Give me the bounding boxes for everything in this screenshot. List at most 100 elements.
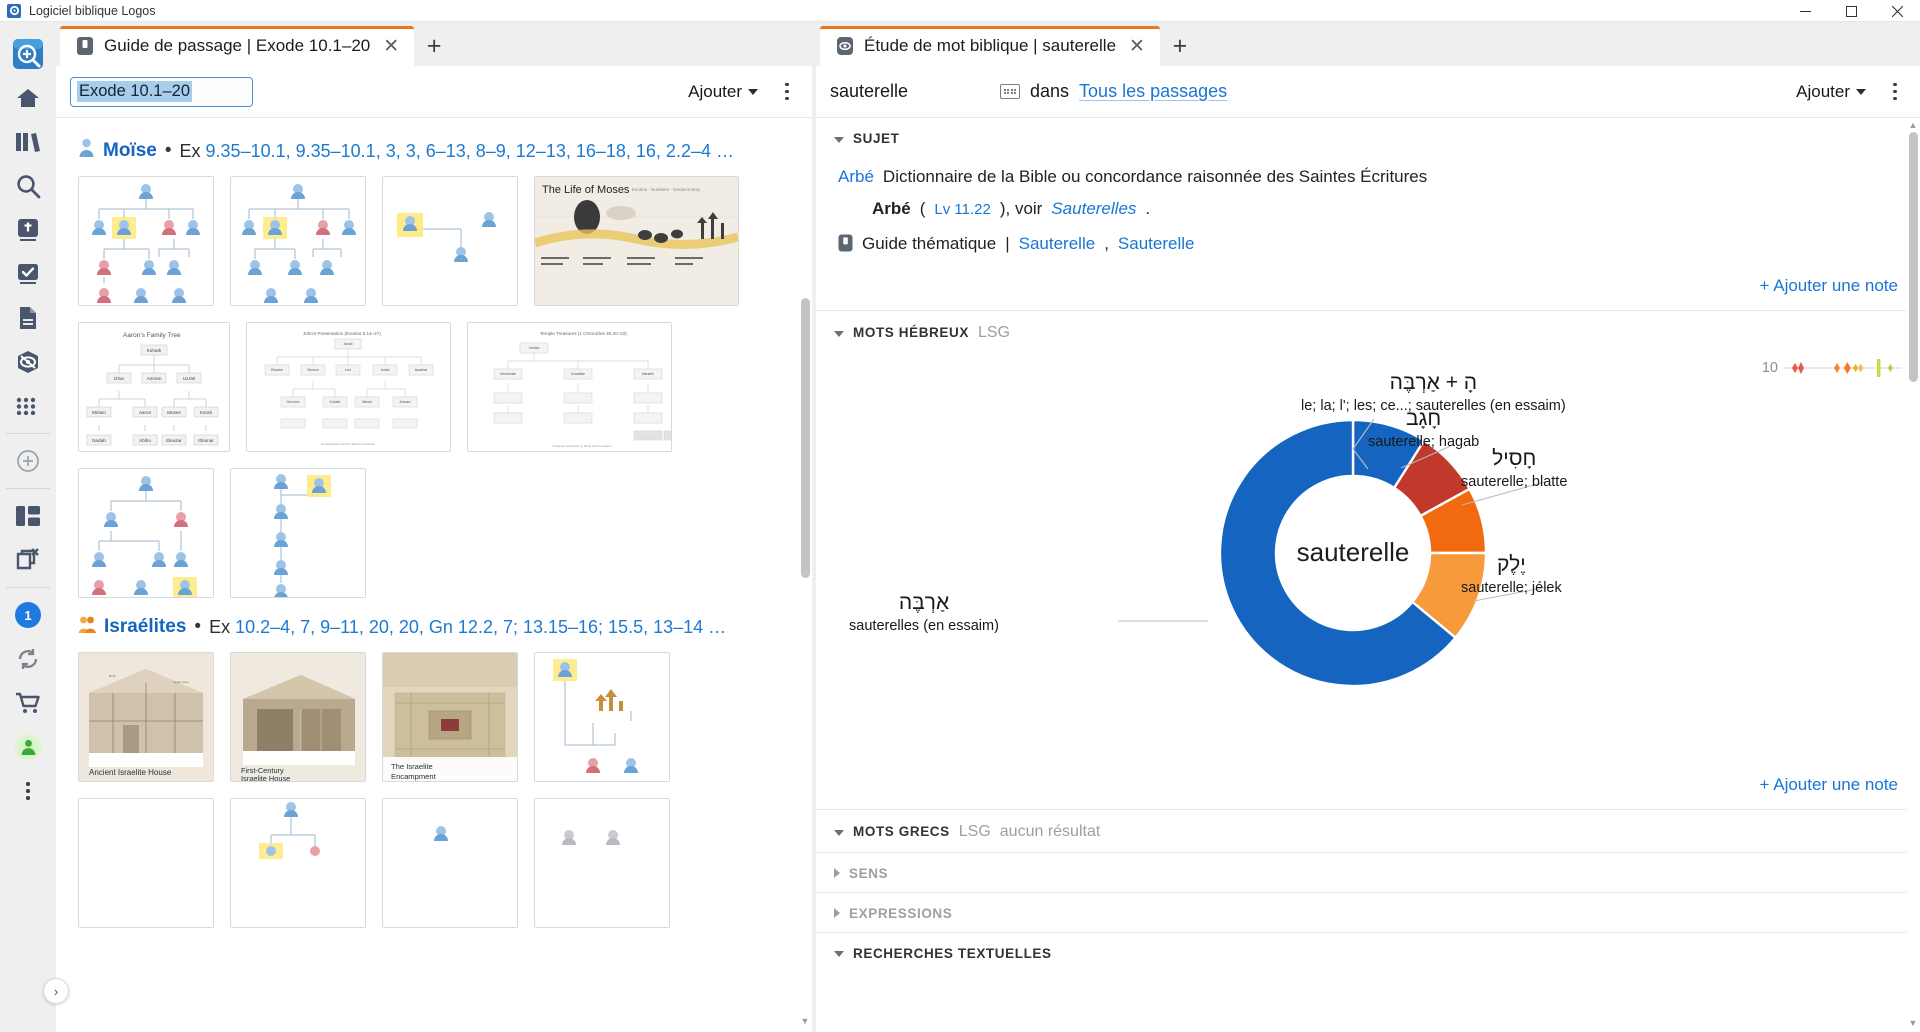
- rail-expand-button[interactable]: ›: [43, 978, 69, 1004]
- library-icon[interactable]: [8, 120, 48, 164]
- left-scrollbar-thumb[interactable]: [801, 298, 810, 578]
- left-panel-body: Exode 10.1–20 Ajouter Moïse • Ex 9.35–10…: [56, 66, 812, 1032]
- close-icon[interactable]: ✕: [1126, 37, 1148, 56]
- new-tab-button[interactable]: +: [414, 26, 454, 66]
- checkbook-icon[interactable]: [8, 252, 48, 296]
- left-scroll-down-arrow[interactable]: ▼: [800, 1016, 810, 1026]
- thumbnail-aarons-family-tree[interactable]: Aaron's Family Tree Kohath Izhar Amram U…: [78, 322, 230, 452]
- accordion-mots-grecs[interactable]: MOTS GRECS LSG aucun résultat: [816, 810, 1920, 852]
- thumbnail-temple-treasures[interactable]: Temple Treasures (1 Chronicles 26.20–32): [467, 322, 672, 452]
- svg-text:Kohath: Kohath: [147, 348, 162, 353]
- gloss: sauterelles (en essaim): [849, 617, 999, 634]
- topic-link-2[interactable]: Sauterelle: [1118, 228, 1195, 260]
- thumbnail-life-of-moses[interactable]: The Life of Moses Exodus · Numbers · Deu…: [534, 176, 739, 306]
- thumbnail-row: Aaron's Family Tree Kohath Izhar Amram U…: [78, 322, 790, 452]
- guides-icon[interactable]: [8, 340, 48, 384]
- callout-hasil[interactable]: חָסִיל sauterelle; blatte: [1461, 445, 1567, 492]
- thumbnail-family-tree-1[interactable]: [78, 176, 214, 306]
- search-icon[interactable]: [8, 164, 48, 208]
- layouts-icon[interactable]: [8, 494, 48, 538]
- circle-plus-icon[interactable]: [8, 439, 48, 483]
- document-icon[interactable]: [8, 296, 48, 340]
- svg-text:Levi: Levi: [345, 368, 351, 372]
- svg-text:Simeon: Simeon: [307, 368, 319, 372]
- accordion-recherches-textuelles[interactable]: RECHERCHES TEXTUELLES: [816, 933, 1920, 961]
- account-icon[interactable]: [8, 725, 48, 769]
- home-icon[interactable]: [8, 76, 48, 120]
- add-note-link[interactable]: + Ajouter une note: [1760, 276, 1898, 295]
- close-layout-icon[interactable]: [8, 538, 48, 582]
- search-scope-link[interactable]: Tous les passages: [1079, 81, 1227, 102]
- add-note-link[interactable]: + Ajouter une note: [1760, 775, 1898, 794]
- hebrew-word: אַרְבֶּה: [898, 590, 950, 614]
- see-also-link[interactable]: Sauterelles: [1051, 193, 1136, 225]
- section-header-moise[interactable]: Moïse • Ex 9.35–10.1, 9.35–10.1, 3, 3, 6…: [78, 138, 790, 164]
- section-header-israelites[interactable]: Israélites • Ex 10.2–4, 7, 9–11, 20, 20,…: [78, 614, 790, 640]
- section-references[interactable]: 9.35–10.1, 9.35–10.1, 3, 3, 6–13, 8–9, 1…: [206, 141, 734, 161]
- more-vertical-icon[interactable]: [8, 769, 48, 813]
- tab-word-study[interactable]: Étude de mot biblique | sauterelle ✕: [820, 26, 1160, 66]
- reference-input[interactable]: Exode 10.1–20: [70, 76, 253, 107]
- search-input[interactable]: [830, 81, 990, 102]
- close-icon[interactable]: ✕: [380, 37, 402, 56]
- close-button[interactable]: [1874, 0, 1920, 22]
- scripture-ref-link[interactable]: Lv 11.22: [934, 196, 990, 225]
- thumbnail-partial-c[interactable]: [382, 798, 518, 928]
- thumbnail-ancient-israelite-house[interactable]: Ancient Israelite House Roof Upper room: [78, 652, 214, 782]
- accordion-sujet[interactable]: SUJET: [816, 118, 1920, 157]
- thumbnail-first-century-house[interactable]: First-Century Israelite House: [230, 652, 366, 782]
- passage-guide-content: Moïse • Ex 9.35–10.1, 9.35–10.1, 3, 3, 6…: [56, 118, 812, 928]
- passage-guide-scroll-area[interactable]: Moïse • Ex 9.35–10.1, 9.35–10.1, 3, 3, 6…: [56, 118, 812, 1032]
- hebrew-words-donut-chart: 10 sauterelle הָ + אַרְבֶּה le; la; l'; …: [816, 353, 1920, 765]
- new-tab-button[interactable]: +: [1160, 26, 1200, 66]
- topic-link-1[interactable]: Sauterelle: [1019, 228, 1096, 260]
- accordion-sens[interactable]: SENS: [816, 853, 1920, 892]
- callout-yeleq[interactable]: יֶלֶק sauterelle; jélek: [1461, 551, 1562, 598]
- thumbnail-partial-b[interactable]: [230, 798, 366, 928]
- panel-menu-button[interactable]: [1882, 77, 1908, 107]
- notifications-badge[interactable]: 1: [8, 593, 48, 637]
- right-scroll-up-arrow[interactable]: ▲: [1908, 120, 1918, 130]
- thumbnail-exodus-chart[interactable]: John's Presentation (Exodus 6.14–27) Jac…: [246, 322, 451, 452]
- thumbnail-family-tree-2[interactable]: [230, 176, 366, 306]
- add-section-button[interactable]: Ajouter: [1790, 79, 1872, 105]
- right-scrollbar-thumb[interactable]: [1909, 132, 1918, 382]
- svg-text:Kohath: Kohath: [330, 400, 341, 404]
- logos-home-icon[interactable]: [8, 32, 48, 76]
- accordion-title: SUJET: [853, 131, 900, 146]
- search-scope-label: dans: [1030, 81, 1070, 101]
- keyboard-icon[interactable]: [1000, 84, 1020, 99]
- rail-divider-3: [6, 587, 50, 588]
- bible-plus-icon[interactable]: [8, 208, 48, 252]
- word-study-scroll-area[interactable]: SUJET Arbé Dictionnaire de la Bible ou c…: [816, 118, 1920, 1032]
- passage-guide-toolbar: Exode 10.1–20 Ajouter: [56, 66, 812, 118]
- thumbnail-family-tree-4[interactable]: [78, 468, 214, 598]
- thumbnail-lineage-chain[interactable]: [230, 468, 366, 598]
- chevron-right-icon: [834, 908, 840, 919]
- thumbnail-relationship-3[interactable]: [382, 176, 518, 306]
- right-scroll-down-arrow[interactable]: ▼: [1908, 1018, 1918, 1028]
- thumbnail-israelite-encampment[interactable]: The Israelite Encampment: [382, 652, 518, 782]
- occurrence-sparkline[interactable]: 10: [1762, 357, 1902, 379]
- callout-arbeh[interactable]: אַרְבֶּה sauterelles (en essaim): [824, 589, 1024, 636]
- window-title: Logiciel biblique Logos: [29, 3, 156, 18]
- maximize-button[interactable]: [1828, 0, 1874, 22]
- app-body: 1 › Guide de passage | Exode 10.1–20 ✕ +…: [0, 22, 1920, 1032]
- svg-text:Izhar: Izhar: [114, 376, 125, 381]
- accordion-expressions[interactable]: EXPRESSIONS: [816, 893, 1920, 932]
- minimize-button[interactable]: [1782, 0, 1828, 22]
- cart-icon[interactable]: [8, 681, 48, 725]
- chevron-right-icon: [834, 868, 840, 879]
- panel-menu-button[interactable]: [774, 77, 800, 107]
- thumbnail-partial-d[interactable]: [534, 798, 670, 928]
- section-references[interactable]: 10.2–4, 7, 9–11, 20, 20, Gn 12.2, 7; 13.…: [235, 617, 726, 637]
- thumbnail-israelite-lineage[interactable]: [534, 652, 670, 782]
- tab-passage-guide[interactable]: Guide de passage | Exode 10.1–20 ✕: [60, 26, 415, 66]
- thumbnail-partial-a[interactable]: [78, 798, 214, 928]
- entry-word-link[interactable]: Arbé: [838, 161, 874, 193]
- window-title-bar: Logiciel biblique Logos: [0, 0, 1920, 22]
- accordion-mots-hebreux[interactable]: MOTS HÉBREUX LSG: [816, 311, 1920, 353]
- grid-apps-icon[interactable]: [8, 384, 48, 428]
- sync-icon[interactable]: [8, 637, 48, 681]
- add-section-button[interactable]: Ajouter: [682, 79, 764, 105]
